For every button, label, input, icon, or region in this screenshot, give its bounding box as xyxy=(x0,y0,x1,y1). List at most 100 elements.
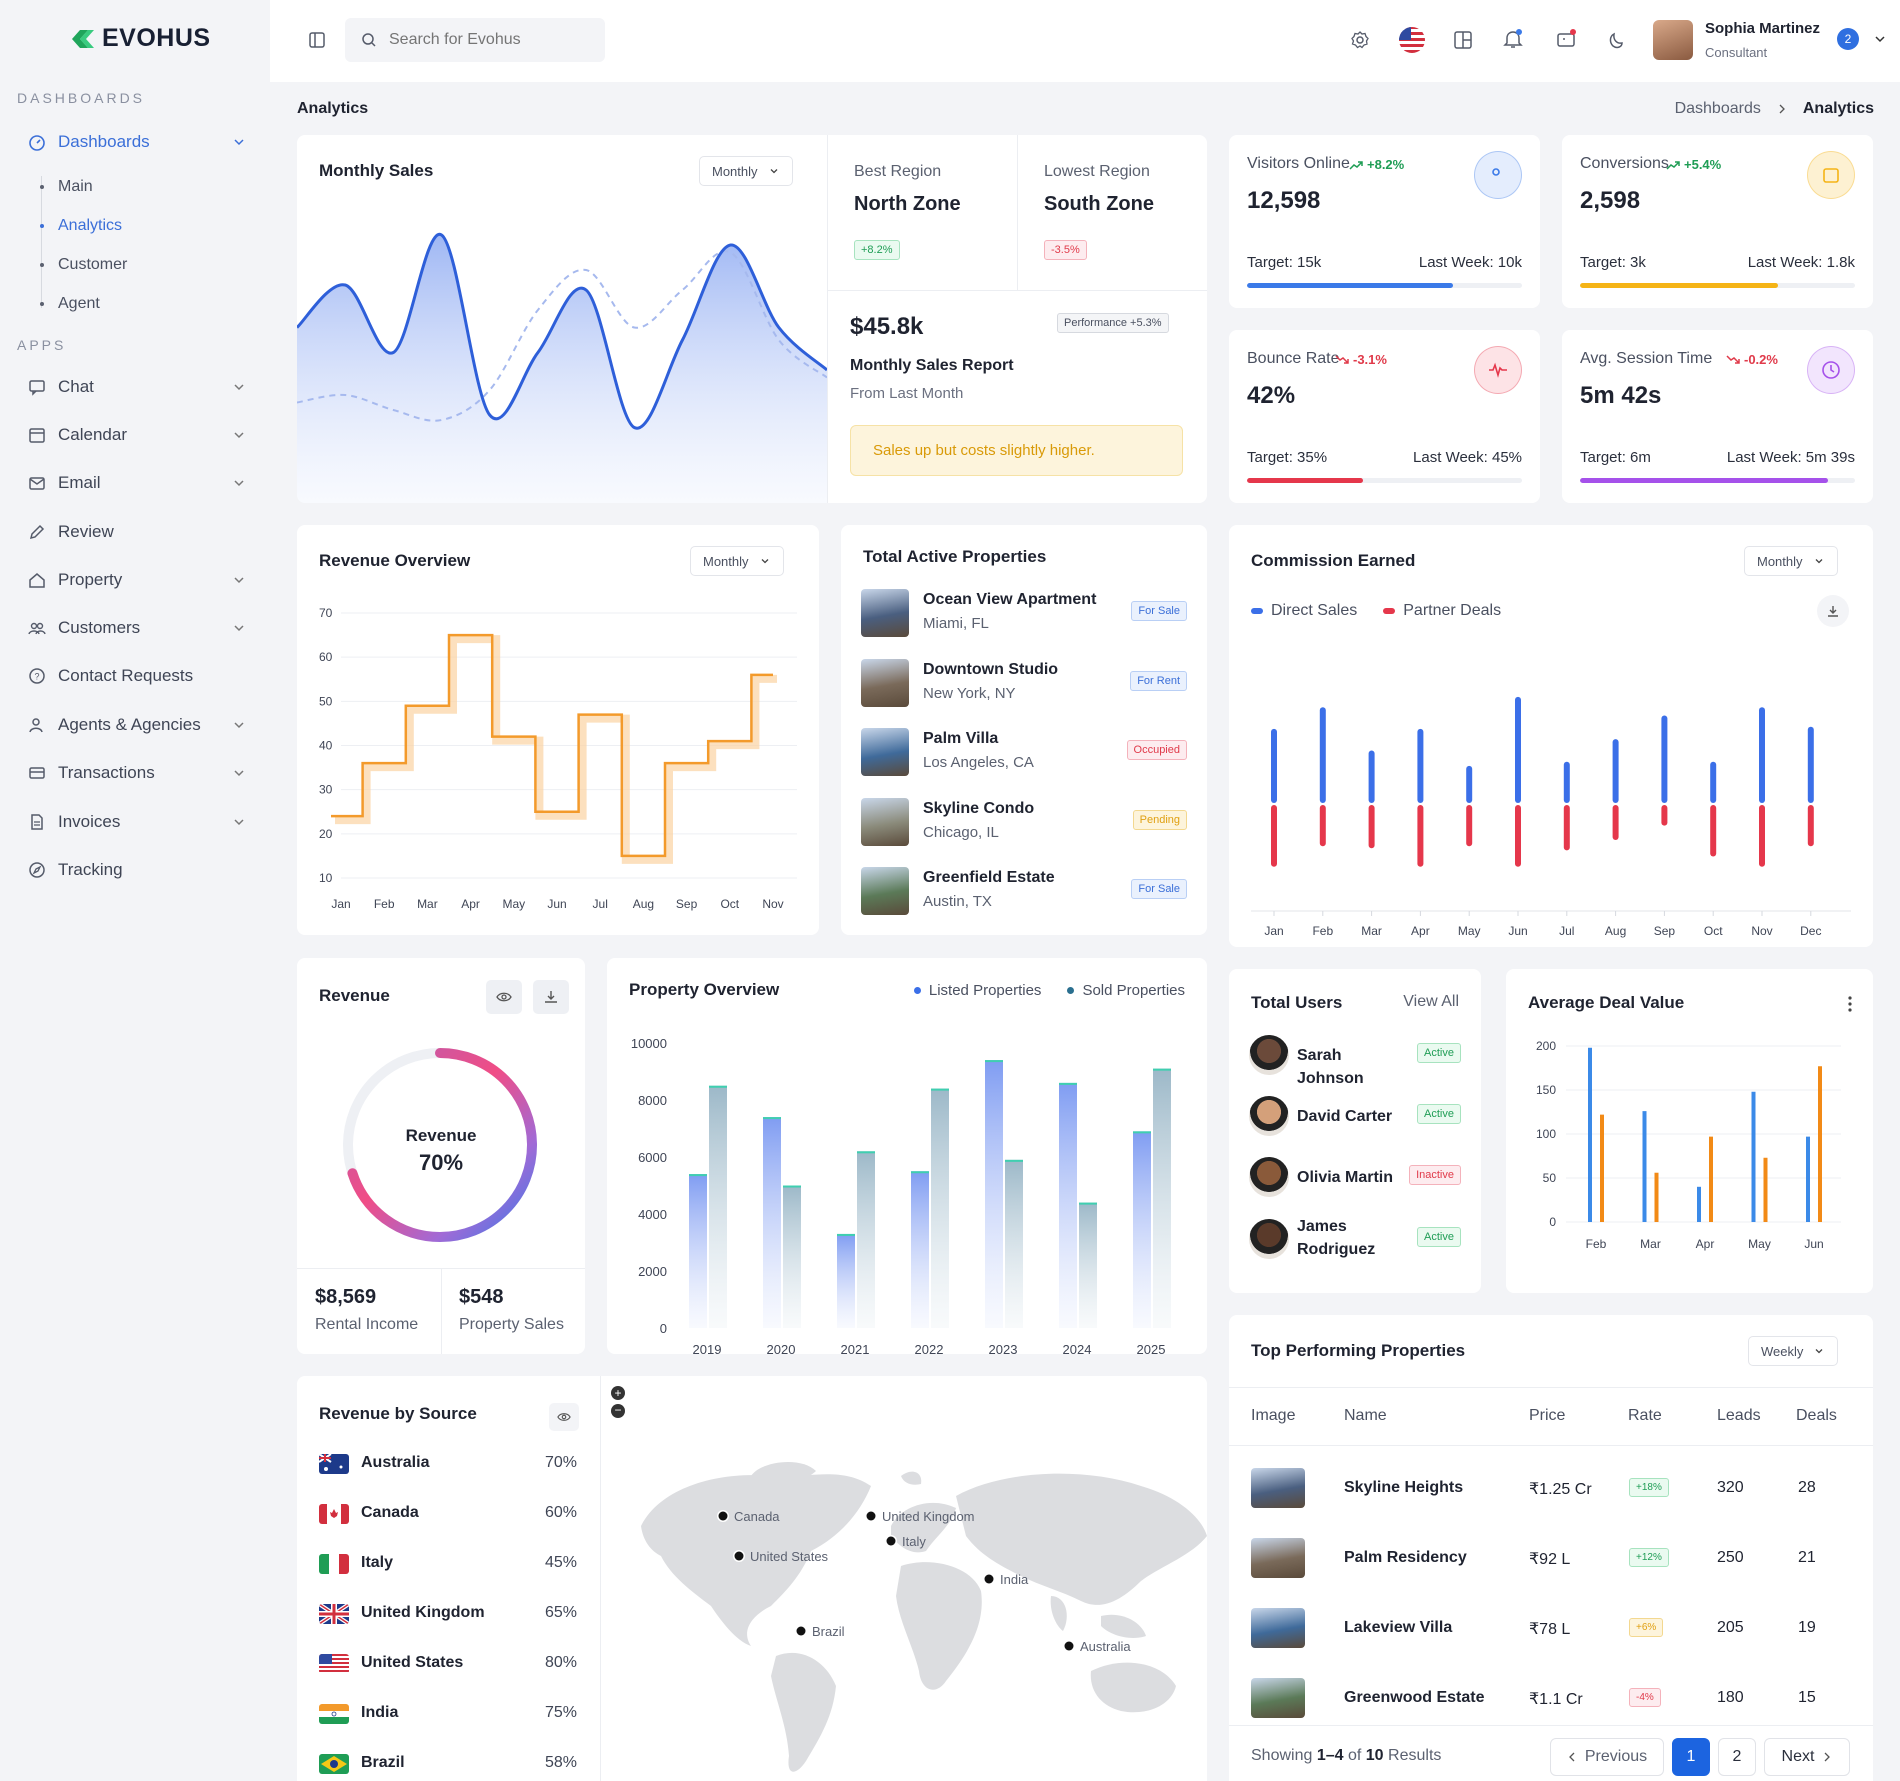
listed-bar xyxy=(911,1171,929,1328)
zoom-in-button[interactable]: + xyxy=(611,1386,625,1400)
sidebar-item-review[interactable]: Review xyxy=(27,515,247,549)
user-list-item[interactable]: Sarah Johnson Active xyxy=(1249,1031,1461,1087)
card-title: Total Active Properties xyxy=(863,547,1047,566)
direct-sales-bar xyxy=(1759,707,1765,803)
period-dropdown[interactable]: Weekly xyxy=(1748,1336,1839,1366)
world-map: Canada United Kingdom United States Italy In… xyxy=(641,1461,1207,1772)
status-badge: Active xyxy=(1417,1227,1461,1247)
partner-deals-bar xyxy=(1319,805,1326,847)
sidebar-sub-analytics[interactable]: Analytics xyxy=(40,217,122,235)
more-vertical-icon[interactable] xyxy=(1847,995,1853,1013)
property-location: Austin, TX xyxy=(923,893,992,910)
table-row[interactable]: Lakeview Villa ₹78 L +6% 205 19 xyxy=(1229,1605,1873,1651)
sidebar-item-property[interactable]: Property xyxy=(27,563,247,597)
bell-icon[interactable] xyxy=(1502,28,1524,50)
sidebar-item-contact-requests[interactable]: ? Contact Requests xyxy=(27,659,247,693)
flag-icon xyxy=(319,1654,349,1679)
chevron-right-icon xyxy=(1824,1752,1831,1762)
breadcrumb-link[interactable]: Dashboards xyxy=(1675,100,1761,118)
next-button[interactable]: Next xyxy=(1764,1738,1850,1776)
property-location: Miami, FL xyxy=(923,615,989,632)
stat-change-value: -3.1% xyxy=(1353,352,1387,367)
sidebar-item-agents[interactable]: Agents & Agencies xyxy=(27,708,247,742)
chevron-down-icon[interactable] xyxy=(1872,31,1888,47)
revenue-donut-card: Revenue Revenue 70% $8,569 Rental Income… xyxy=(297,958,585,1354)
cart-icon[interactable] xyxy=(1555,28,1577,50)
sidebar-toggle-icon[interactable] xyxy=(308,31,326,49)
sold-bar xyxy=(931,1088,949,1328)
listed-bar xyxy=(689,1174,707,1328)
gear-icon[interactable] xyxy=(1350,30,1370,50)
sidebar-item-chat[interactable]: Chat xyxy=(27,370,247,404)
view-button[interactable] xyxy=(549,1403,579,1431)
download-button[interactable] xyxy=(1817,595,1849,627)
user-list-item[interactable]: Olivia Martin Inactive xyxy=(1249,1153,1461,1201)
view-button[interactable] xyxy=(486,980,522,1014)
view-all-link[interactable]: View All xyxy=(1403,993,1459,1011)
property-name: Greenfield Estate xyxy=(923,869,1055,886)
user-list-item[interactable]: James Rodriguez Active xyxy=(1249,1215,1461,1263)
sidebar-item-tracking[interactable]: Tracking xyxy=(27,853,247,887)
legend-item: Direct Sales xyxy=(1251,602,1357,620)
x-tick-label: Mar xyxy=(1361,924,1382,938)
layout-icon[interactable] xyxy=(1453,30,1473,50)
flag-icon xyxy=(319,1554,349,1579)
country-name: India xyxy=(361,1704,399,1721)
card-title: Revenue Overview xyxy=(319,551,471,570)
sidebar-sub-agent[interactable]: Agent xyxy=(40,295,100,313)
property-list-item[interactable]: Greenfield Estate Austin, TX For Sale xyxy=(861,867,1187,917)
download-button[interactable] xyxy=(533,980,569,1014)
sidebar-item-dashboards[interactable]: Dashboards xyxy=(27,125,247,159)
lowest-region-change: -3.5% xyxy=(1044,240,1087,260)
property-list-item[interactable]: Ocean View Apartment Miami, FL For Sale xyxy=(861,589,1187,639)
previous-button[interactable]: Previous xyxy=(1550,1738,1664,1776)
user-name: Sophia Martinez xyxy=(1705,20,1821,37)
period-dropdown[interactable]: Monthly xyxy=(699,156,793,186)
stat-progress xyxy=(1247,478,1522,483)
sidebar-item-label: Property xyxy=(58,570,123,589)
country-percent: 60% xyxy=(544,1504,577,1521)
sidebar-item-email[interactable]: Email xyxy=(27,466,247,500)
flag-icon xyxy=(317,1602,351,1629)
table-row[interactable]: Skyline Heights ₹1.25 Cr +18% 320 28 xyxy=(1229,1465,1873,1511)
period-dropdown[interactable]: Monthly xyxy=(690,546,784,576)
sidebar-item-transactions[interactable]: Transactions xyxy=(27,756,247,790)
sidebar-item-calendar[interactable]: Calendar xyxy=(27,418,247,452)
stat-target: Target: 15k xyxy=(1247,254,1322,271)
table-header: Image xyxy=(1251,1407,1296,1424)
search-box[interactable] xyxy=(345,18,605,62)
partner-deals-bar xyxy=(1417,805,1424,867)
page-1-button[interactable]: 1 xyxy=(1672,1738,1710,1776)
sales-note: Sales up but costs slightly higher. xyxy=(850,425,1183,476)
page-2-button[interactable]: 2 xyxy=(1718,1738,1756,1776)
stat-target: Target: 3k xyxy=(1580,254,1646,271)
property-list-item[interactable]: Palm Villa Los Angeles, CA Occupied xyxy=(861,728,1187,778)
period-dropdown[interactable]: Monthly xyxy=(1744,546,1838,576)
notification-count-badge[interactable]: 2 xyxy=(1837,28,1859,50)
property-list-item[interactable]: Downtown Studio New York, NY For Rent xyxy=(861,658,1187,709)
legend-label: Sold Properties xyxy=(1082,982,1185,999)
moon-icon[interactable] xyxy=(1607,30,1627,50)
sidebar-item-invoices[interactable]: Invoices xyxy=(27,805,247,839)
status-badge: Pending xyxy=(1132,809,1187,830)
avatar[interactable] xyxy=(1653,20,1693,60)
table-row[interactable]: Palm Residency ₹92 L +12% 250 21 xyxy=(1229,1535,1873,1581)
monthly-sales-card: Monthly Sales Monthly Best Region North … xyxy=(297,135,1207,503)
sales-amount: $45.8k xyxy=(850,313,924,340)
legend-item: Listed Properties xyxy=(913,982,1041,999)
brand-logo[interactable]: EVOHUS xyxy=(70,24,211,53)
sidebar-sub-main[interactable]: Main xyxy=(40,178,93,196)
search-input[interactable] xyxy=(389,31,589,49)
property-list-item[interactable]: Skyline Condo Chicago, IL Pending xyxy=(861,797,1187,848)
sidebar-sub-customer[interactable]: Customer xyxy=(40,256,127,274)
property-price: ₹78 L xyxy=(1529,1621,1571,1638)
property-location: Los Angeles, CA xyxy=(923,754,1034,771)
x-tick-label: Jun xyxy=(547,897,566,911)
section-apps: APPS xyxy=(17,337,67,353)
us-flag-icon[interactable] xyxy=(1398,26,1426,54)
sidebar-item-customers[interactable]: Customers xyxy=(27,611,247,645)
table-row[interactable]: Greenwood Estate ₹1.1 Cr -4% 180 15 xyxy=(1229,1675,1873,1721)
sidebar-item-label: Agents & Agencies xyxy=(58,715,201,734)
user-list-item[interactable]: David Carter Active xyxy=(1249,1092,1461,1140)
x-tick-label: Jan xyxy=(331,897,350,911)
